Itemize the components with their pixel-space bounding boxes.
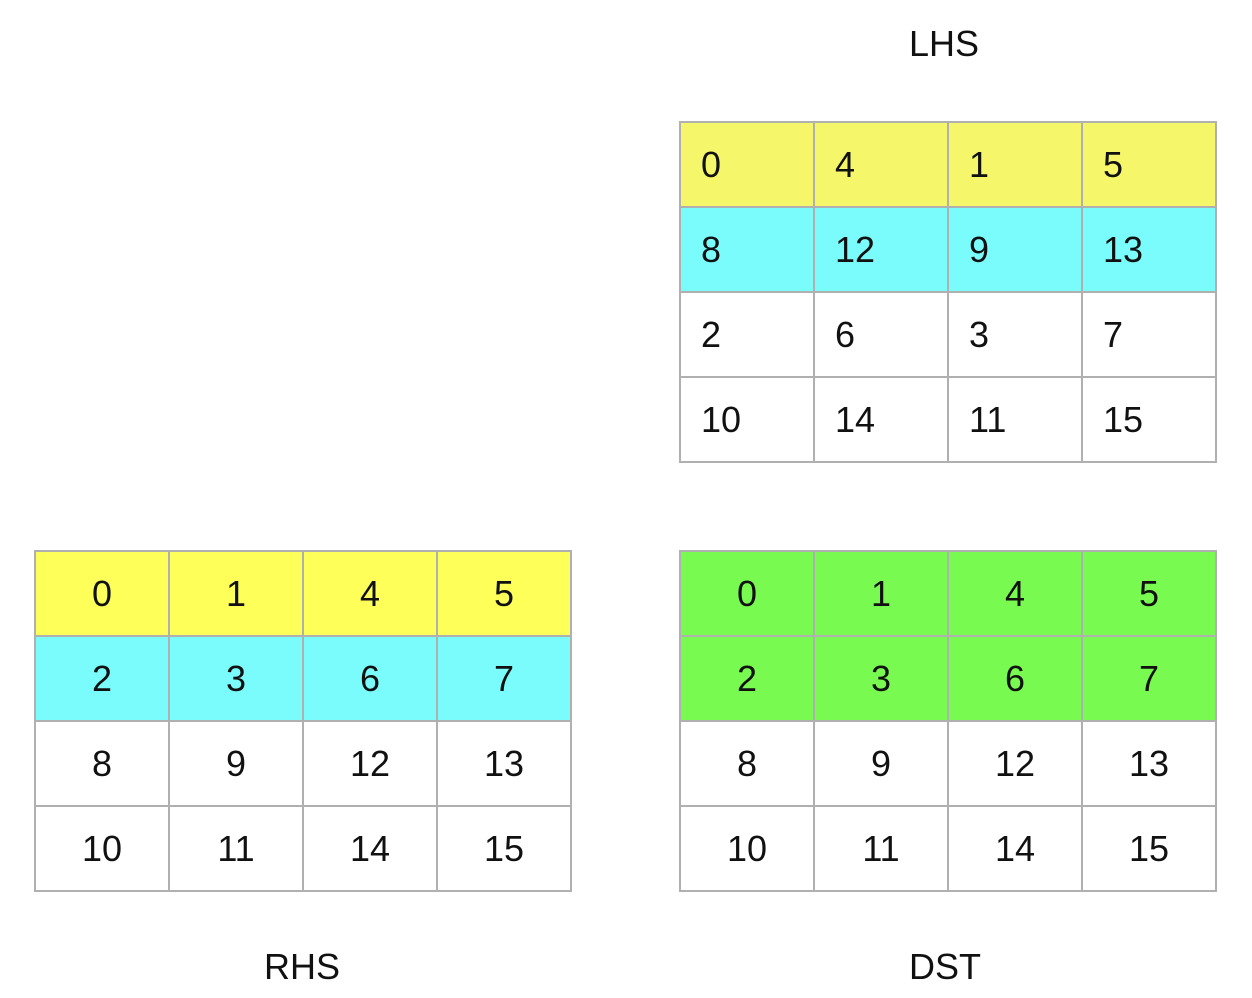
dst-cell-r3-c2: 14 <box>949 807 1083 892</box>
lhs-cell-r2-c2: 3 <box>949 293 1083 378</box>
lhs-cell-r0-c1: 4 <box>815 123 949 208</box>
lhs-cell-r3-c2: 11 <box>949 378 1083 463</box>
lhs-cell-r2-c1: 6 <box>815 293 949 378</box>
lhs-cell-r3-c0: 10 <box>681 378 815 463</box>
dst-cell-r1-c1: 3 <box>815 637 949 722</box>
dst-cell-r1-c2: 6 <box>949 637 1083 722</box>
dst-cell-r0-c2: 4 <box>949 552 1083 637</box>
lhs-cell-r2-c0: 2 <box>681 293 815 378</box>
dst-cell-r0-c1: 1 <box>815 552 949 637</box>
rhs-cell-r2-c3: 13 <box>438 722 572 807</box>
lhs-cell-r0-c3: 5 <box>1083 123 1217 208</box>
dst-cell-r2-c2: 12 <box>949 722 1083 807</box>
rhs-cell-r1-c0: 2 <box>36 637 170 722</box>
lhs-cell-r1-c3: 13 <box>1083 208 1217 293</box>
dst-cell-r0-c3: 5 <box>1083 552 1217 637</box>
rhs-cell-r0-c1: 1 <box>170 552 304 637</box>
dst-cell-r0-c0: 0 <box>681 552 815 637</box>
dst-cell-r3-c1: 11 <box>815 807 949 892</box>
dst-cell-r1-c0: 2 <box>681 637 815 722</box>
lhs-cell-r1-c1: 12 <box>815 208 949 293</box>
rhs-matrix: 0 1 4 5 2 3 6 7 8 9 12 13 10 11 14 15 <box>34 550 572 892</box>
dst-matrix: 0 1 4 5 2 3 6 7 8 9 12 13 10 11 14 15 <box>679 550 1217 892</box>
rhs-cell-r2-c2: 12 <box>304 722 438 807</box>
rhs-cell-r0-c2: 4 <box>304 552 438 637</box>
lhs-label: LHS <box>908 23 980 64</box>
lhs-cell-r1-c0: 8 <box>681 208 815 293</box>
lhs-cell-r2-c3: 7 <box>1083 293 1217 378</box>
rhs-cell-r1-c3: 7 <box>438 637 572 722</box>
lhs-cell-r0-c2: 1 <box>949 123 1083 208</box>
rhs-cell-r2-c0: 8 <box>36 722 170 807</box>
lhs-cell-r3-c3: 15 <box>1083 378 1217 463</box>
dst-cell-r2-c1: 9 <box>815 722 949 807</box>
rhs-cell-r0-c3: 5 <box>438 552 572 637</box>
dst-cell-r3-c0: 10 <box>681 807 815 892</box>
rhs-cell-r3-c0: 10 <box>36 807 170 892</box>
dst-cell-r2-c0: 8 <box>681 722 815 807</box>
lhs-cell-r3-c1: 14 <box>815 378 949 463</box>
dst-label: DST <box>909 946 981 987</box>
lhs-cell-r0-c0: 0 <box>681 123 815 208</box>
rhs-cell-r3-c1: 11 <box>170 807 304 892</box>
rhs-cell-r1-c2: 6 <box>304 637 438 722</box>
lhs-cell-r1-c2: 9 <box>949 208 1083 293</box>
dst-cell-r3-c3: 15 <box>1083 807 1217 892</box>
rhs-cell-r3-c3: 15 <box>438 807 572 892</box>
lhs-matrix: 0 4 1 5 8 12 9 13 2 6 3 7 10 14 11 15 <box>679 121 1217 463</box>
rhs-cell-r1-c1: 3 <box>170 637 304 722</box>
rhs-label: RHS <box>263 946 340 987</box>
dst-cell-r1-c3: 7 <box>1083 637 1217 722</box>
rhs-cell-r2-c1: 9 <box>170 722 304 807</box>
dst-cell-r2-c3: 13 <box>1083 722 1217 807</box>
rhs-cell-r0-c0: 0 <box>36 552 170 637</box>
rhs-cell-r3-c2: 14 <box>304 807 438 892</box>
